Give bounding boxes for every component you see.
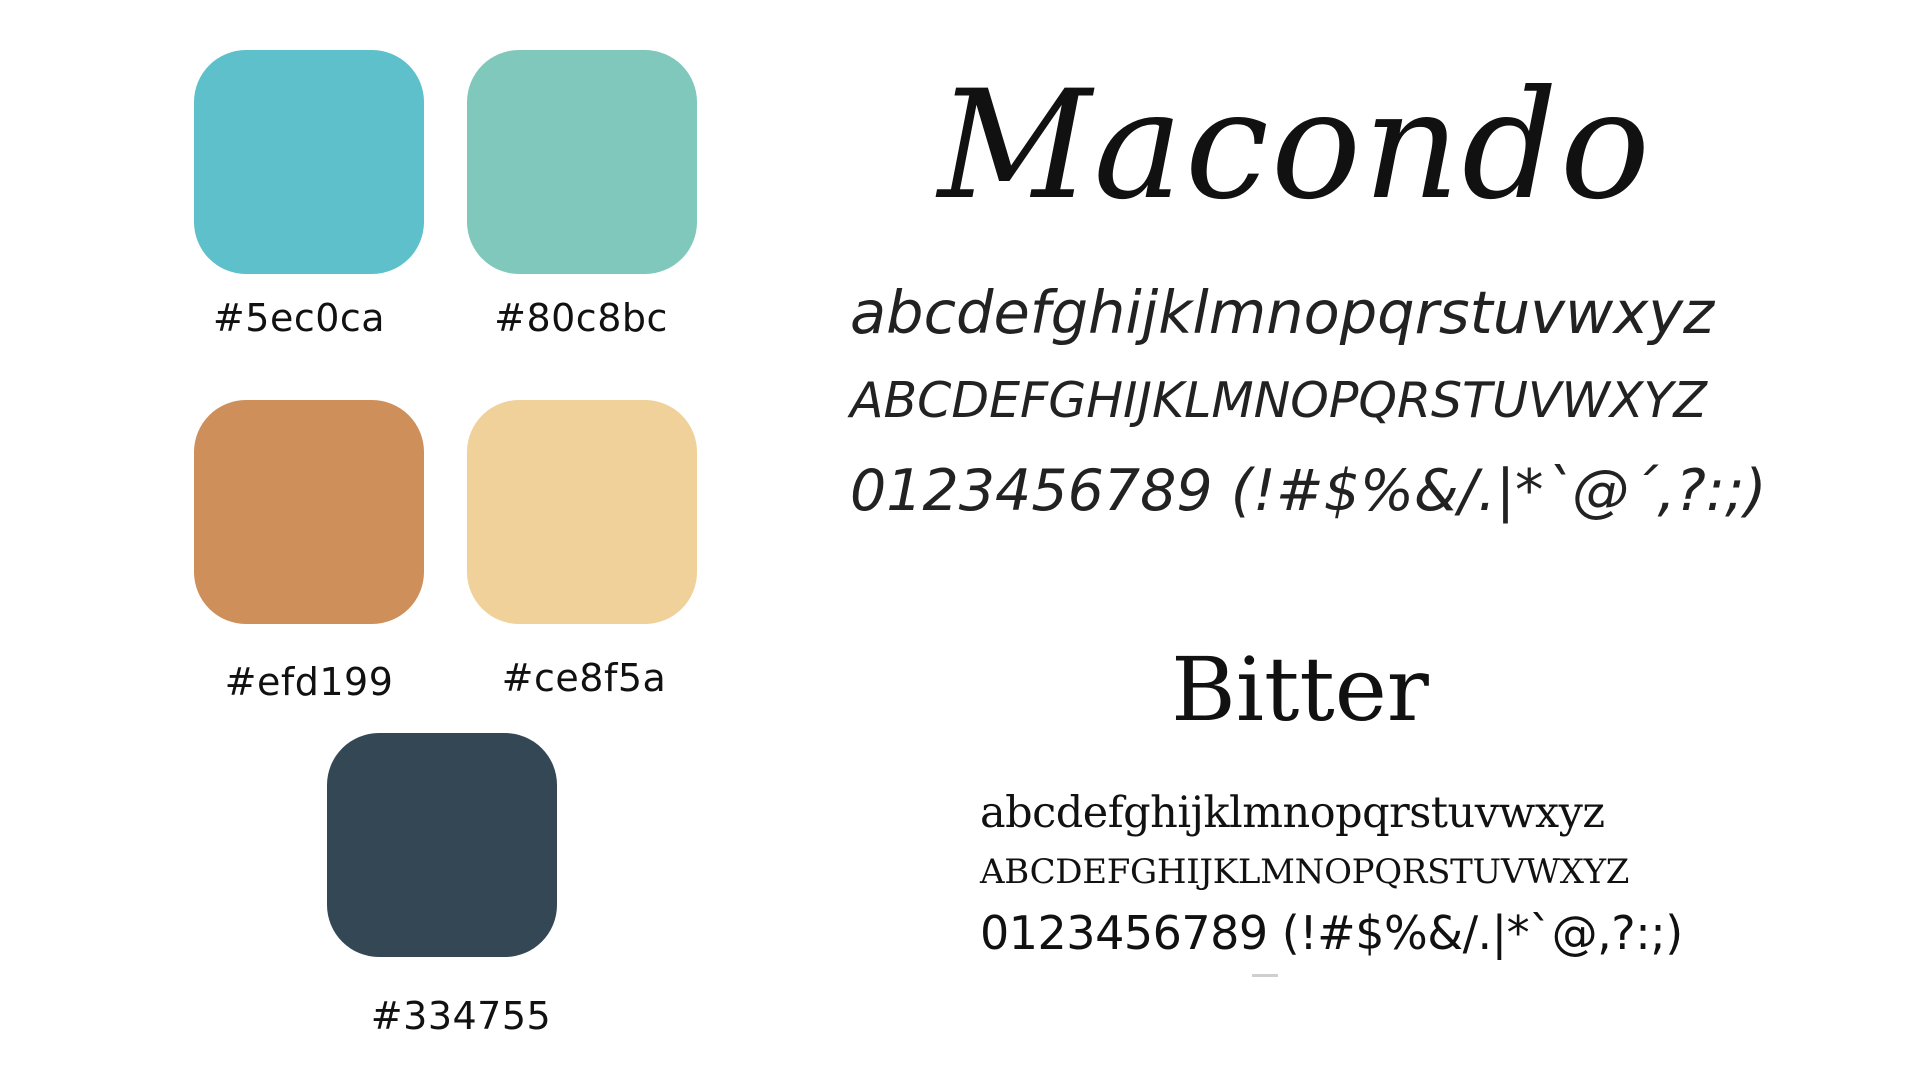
macondo-uppercase-sample: ABCDEFGHIJKLMNOPQRSTUVWXYZ bbox=[850, 372, 1707, 429]
swatch-label-5ec0ca: #5ec0ca bbox=[212, 296, 386, 340]
bitter-uppercase-sample: ABCDEFGHIJKLMNOPQRSTUVWXYZ bbox=[980, 852, 1630, 892]
font-title-macondo: Macondo bbox=[937, 59, 1653, 233]
bitter-lowercase-sample: abcdefghijklmnopqrstuvwxyz bbox=[980, 788, 1605, 838]
swatch-5ec0ca bbox=[194, 50, 424, 274]
swatch-label-80c8bc: #80c8bc bbox=[494, 296, 668, 340]
swatch-label-334755: #334755 bbox=[370, 994, 552, 1038]
swatch-334755 bbox=[327, 733, 557, 957]
swatch-ce8f5a bbox=[194, 400, 424, 624]
bitter-digits-symbols-sample: 0123456789 (!#$%&/.|*`@,?:;) bbox=[980, 906, 1683, 960]
swatch-label-ce8f5a: #ce8f5a bbox=[501, 656, 667, 700]
macondo-digits-symbols-sample: 0123456789 (!#$%&/.|*`@´,?:;) bbox=[850, 458, 1767, 524]
font-title-bitter: Bitter bbox=[1171, 638, 1429, 741]
macondo-lowercase-sample: abcdefghijklmnopqrstuvwxyz bbox=[850, 278, 1715, 347]
cropped-text-fragment bbox=[1252, 974, 1278, 977]
swatch-80c8bc bbox=[467, 50, 697, 274]
swatch-label-efd199: #efd199 bbox=[224, 660, 394, 704]
swatch-efd199 bbox=[467, 400, 697, 624]
